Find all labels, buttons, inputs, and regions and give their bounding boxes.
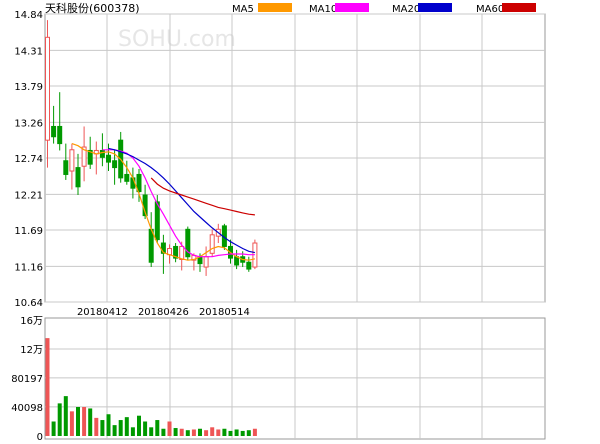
- candle-body: [106, 154, 111, 163]
- price-ytick-label: 12.21: [14, 190, 43, 201]
- candle-body: [69, 149, 75, 172]
- price-ytick-label: 13.79: [14, 82, 43, 93]
- volume-bar: [106, 414, 111, 436]
- volume-bar: [63, 396, 68, 436]
- candle-body: [63, 160, 69, 175]
- date-label: 20180514: [199, 307, 250, 318]
- price-ytick-label: 11.69: [14, 226, 43, 237]
- volume-bar: [69, 411, 74, 436]
- price-ytick-label: 12.74: [14, 154, 43, 165]
- volume-bar: [185, 430, 190, 436]
- legend-label-ma5: MA5: [232, 4, 254, 15]
- volume-ytick-label: 16万: [20, 316, 43, 327]
- volume-bar: [161, 428, 166, 436]
- volume-bar: [137, 415, 141, 436]
- date-label: 20180426: [138, 307, 189, 318]
- volume-bar: [112, 425, 117, 436]
- legend-label-ma60: MA60: [476, 4, 504, 15]
- candle-body: [209, 234, 215, 254]
- price-ytick-label: 13.26: [14, 118, 43, 129]
- volume-bar: [82, 407, 87, 436]
- candle-body: [75, 167, 81, 188]
- volume-bar: [143, 421, 148, 436]
- volume-bar: [246, 430, 251, 436]
- volume-bar: [94, 417, 99, 436]
- legend-swatch-ma60: [502, 3, 536, 12]
- volume-bar: [234, 429, 239, 436]
- price-ytick-label: 11.16: [14, 262, 43, 273]
- volume-bar: [204, 430, 209, 436]
- candle-body: [203, 256, 209, 268]
- candle-body: [99, 149, 105, 158]
- volume-ytick-label: 12万: [20, 345, 43, 356]
- candle-body: [112, 160, 118, 169]
- volume-bar: [210, 427, 215, 436]
- price-ytick-label: 14.31: [14, 46, 43, 57]
- volume-bar: [57, 403, 62, 436]
- volume-bar: [124, 417, 129, 436]
- volume-bar: [76, 407, 80, 436]
- candle-body: [179, 245, 185, 260]
- candle-body: [51, 125, 57, 138]
- volume-bar: [88, 408, 93, 436]
- volume-ytick-label: 80197: [11, 374, 43, 385]
- volume-bar: [173, 428, 178, 436]
- volume-bar: [222, 428, 227, 436]
- volume-bar: [45, 338, 50, 436]
- legend-swatch-ma5: [258, 3, 292, 12]
- volume-bar: [51, 421, 56, 436]
- volume-ytick-label: 40098: [11, 403, 43, 414]
- volume-bar: [179, 428, 184, 436]
- volume-bar: [216, 429, 221, 436]
- candle-body: [154, 201, 160, 241]
- chart-title: 天科股份(600378): [45, 1, 140, 15]
- legend-swatch-ma10: [335, 3, 369, 12]
- chart-background: [0, 0, 600, 440]
- volume-bar: [155, 420, 160, 436]
- candle-body: [246, 261, 252, 270]
- volume-bar: [198, 428, 202, 436]
- volume-bar: [167, 421, 172, 436]
- volume-ytick-label: 0: [37, 432, 43, 440]
- volume-bar: [191, 429, 196, 436]
- volume-bar: [100, 420, 105, 436]
- volume-bar: [240, 430, 245, 436]
- candle-body: [57, 125, 63, 145]
- price-ytick-label: 14.84: [14, 10, 43, 21]
- volume-bar: [228, 430, 233, 436]
- volume-bar: [149, 427, 154, 436]
- candle-body: [45, 36, 50, 141]
- volume-bar: [130, 427, 135, 436]
- stock-chart: SOHU.com 天科股份(600378) MA5 MA10 MA20 MA60 14…: [0, 0, 600, 443]
- candle-body: [124, 173, 130, 182]
- watermark-text: SOHU.com: [118, 27, 236, 52]
- legend-label-ma20: MA20: [392, 4, 420, 15]
- price-ytick-label: 10.64: [14, 298, 43, 309]
- volume-bar: [252, 428, 257, 436]
- legend-label-ma10: MA10: [309, 4, 337, 15]
- candle-body: [148, 228, 154, 263]
- date-label: 20180412: [77, 307, 128, 318]
- legend-swatch-ma20: [418, 3, 452, 12]
- volume-bar: [118, 420, 123, 436]
- chart-canvas: SOHU.com 天科股份(600378) MA5 MA10 MA20 MA60 14…: [0, 0, 600, 443]
